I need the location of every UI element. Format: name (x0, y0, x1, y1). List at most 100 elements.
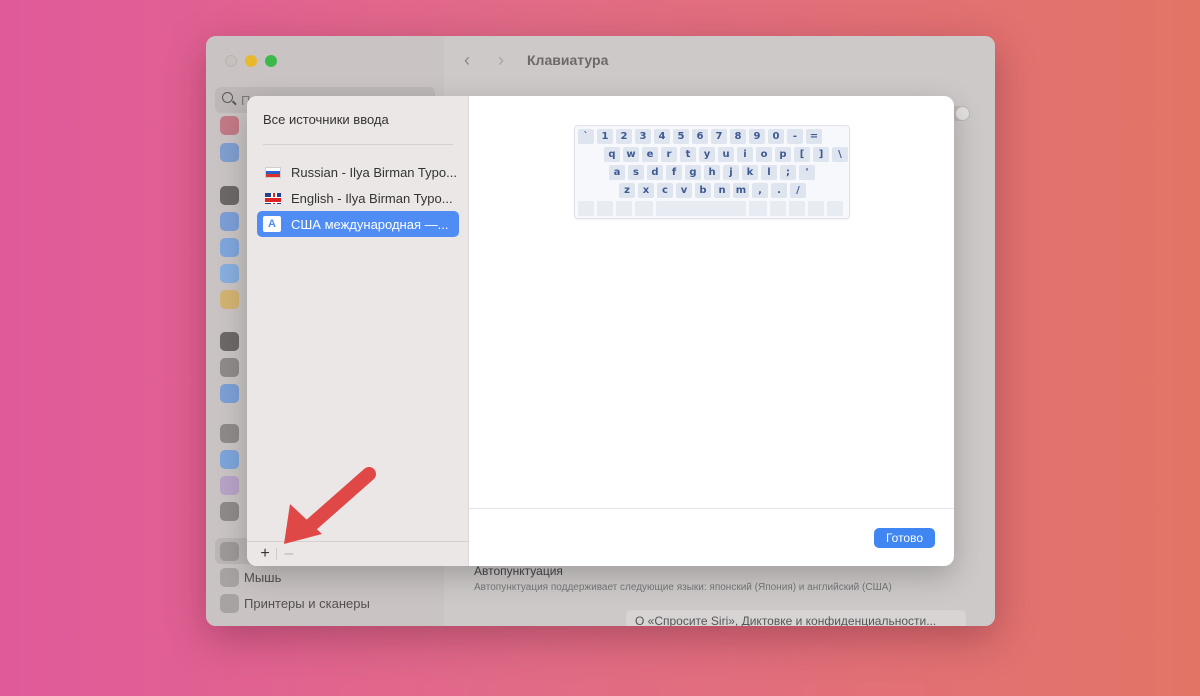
autopunctuation-description: Автопунктуация поддерживает следующие яз… (474, 582, 892, 593)
keyboard-key: 7 (711, 129, 727, 144)
keyboard-key: k (742, 165, 758, 180)
blank-key (578, 201, 594, 216)
input-source-item[interactable]: English - Ilya Birman Typo... (257, 185, 459, 211)
keyboard-key: g (685, 165, 701, 180)
space-key (656, 201, 746, 216)
privacy-icon[interactable] (220, 358, 239, 377)
keyboard-key: h (704, 165, 720, 180)
keyboard-key: , (752, 183, 768, 198)
keyboard-key: m (733, 183, 749, 198)
divider (469, 508, 954, 509)
keyboard-key: i (737, 147, 753, 162)
window-controls (225, 55, 277, 67)
keyboard-key: ] (813, 147, 829, 162)
game-center-icon[interactable] (220, 476, 239, 495)
keyboard-key: / (790, 183, 806, 198)
siri-privacy-button[interactable]: О «Спросите Siri», Диктовке и конфиденци… (626, 610, 966, 626)
input-source-label: English - Ilya Birman Typo... (291, 191, 453, 206)
keyboard-key: ' (799, 165, 815, 180)
keyboard-row: a s d f g h j k l; ' (609, 165, 815, 180)
mouse-icon (220, 568, 239, 587)
users-icon[interactable] (220, 384, 239, 403)
keyboard-key: r (661, 147, 677, 162)
close-window-button[interactable] (225, 55, 237, 67)
keyboard-key: 3 (635, 129, 651, 144)
keyboard-key: w (623, 147, 639, 162)
keyboard-row: q w e r t y u i o p[] \ (604, 147, 848, 162)
input-source-label: США международная —... (291, 217, 449, 232)
keyboard-row: ` 1 2 3 4 5 6 7 8 9 0- = (578, 129, 822, 144)
input-source-item[interactable]: Russian - Ilya Birman Typo... (257, 159, 459, 185)
letter-a-icon: A (263, 216, 281, 232)
blank-key (616, 201, 632, 216)
keyboard-key: \ (832, 147, 848, 162)
keyboard-key: 9 (749, 129, 765, 144)
key-icon[interactable] (220, 424, 239, 443)
keyboard-key: 8 (730, 129, 746, 144)
arrow-icon (284, 467, 376, 544)
keyboard-key: t (680, 147, 696, 162)
keyboard-key: 5 (673, 129, 689, 144)
chevron-left-icon[interactable]: ‹ (464, 50, 470, 71)
keyboard-key: f (666, 165, 682, 180)
sidebar-item-printers[interactable]: Принтеры и сканеры (215, 591, 435, 617)
keyboard-key: z (619, 183, 635, 198)
keyboard-key: 0 (768, 129, 784, 144)
keyboard-key: s (628, 165, 644, 180)
minimize-window-button[interactable] (245, 55, 257, 67)
input-source-label: Russian - Ilya Birman Typo... (291, 165, 457, 180)
sidebar-item-mouse[interactable]: Мышь (215, 565, 435, 591)
blank-key (808, 201, 824, 216)
keyboard-key: c (657, 183, 673, 198)
sidebar-icon[interactable] (220, 116, 239, 135)
sidebar-item-label: Мышь (244, 570, 282, 585)
autopunctuation-title: Автопунктуация (474, 564, 563, 578)
keyboard-key: n (714, 183, 730, 198)
blank-key (597, 201, 613, 216)
keyboard-key: x (638, 183, 654, 198)
red-arrow-annotation (284, 467, 376, 544)
input-source-item-selected[interactable]: A США международная —... (257, 211, 459, 237)
keyboard-key: q (604, 147, 620, 162)
done-button[interactable]: Готово (874, 528, 935, 548)
keyboard-key: o (756, 147, 772, 162)
keyboard-key: 2 (616, 129, 632, 144)
keyboard-key: ; (780, 165, 796, 180)
blank-key (770, 201, 786, 216)
hand-icon[interactable] (220, 143, 239, 162)
keyboard-key: . (771, 183, 787, 198)
blank-key (635, 201, 653, 216)
sheet-heading: Все источники ввода (263, 112, 389, 127)
keyboard-key: - (787, 129, 803, 144)
blank-key (789, 201, 805, 216)
keyboard-key: 6 (692, 129, 708, 144)
keyboard-key: u (718, 147, 734, 162)
keyboard-key: 4 (654, 129, 670, 144)
keyboard-key: v (676, 183, 692, 198)
wallet-icon[interactable] (220, 502, 239, 521)
divider (263, 144, 453, 145)
display-icon[interactable] (220, 186, 239, 205)
keyboard-key: e (642, 147, 658, 162)
chevron-right-icon[interactable]: › (498, 50, 504, 71)
keyboard-key: a (609, 165, 625, 180)
flower-icon[interactable] (220, 238, 239, 257)
keyboard-key: y (699, 147, 715, 162)
internet-accounts-icon[interactable] (220, 450, 239, 469)
blank-key (827, 201, 843, 216)
keyboard-key: l (761, 165, 777, 180)
keyboard-key: j (723, 165, 739, 180)
wallpaper-icon[interactable] (220, 290, 239, 309)
keyboard-key: b (695, 183, 711, 198)
search-icon (222, 92, 233, 103)
lock-icon[interactable] (220, 332, 239, 351)
keyboard-key: p (775, 147, 791, 162)
screensaver-icon[interactable] (220, 264, 239, 283)
sidebar-item-label: Принтеры и сканеры (244, 596, 370, 611)
printer-icon (220, 594, 239, 613)
keyboard-row (578, 201, 843, 216)
zoom-window-button[interactable] (265, 55, 277, 67)
keyboard-key: [ (794, 147, 810, 162)
brightness-icon[interactable] (220, 212, 239, 231)
keyboard-icon (220, 542, 239, 561)
